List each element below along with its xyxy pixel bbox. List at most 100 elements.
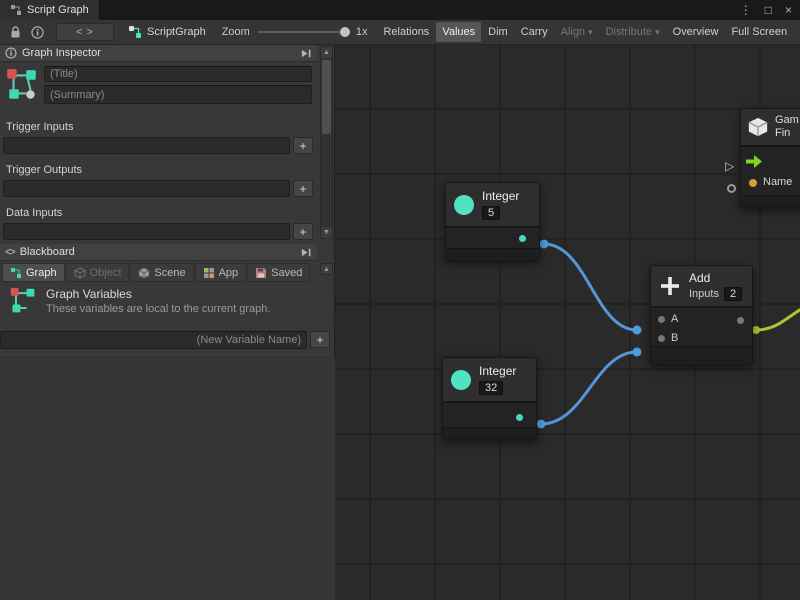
add-trigger-input-button[interactable]: +	[293, 137, 313, 154]
integer-value-field[interactable]: 5	[482, 206, 500, 220]
node-title: Integer	[482, 189, 519, 203]
tab-script-graph[interactable]: Script Graph	[0, 0, 100, 20]
partial-node[interactable]: Gam Fin Name	[740, 108, 800, 208]
connection-wire-add-out[interactable]	[756, 308, 800, 330]
zoom-slider-handle[interactable]	[340, 27, 350, 37]
relations-button[interactable]: Relations	[377, 22, 435, 42]
zoom-value: 1x	[356, 26, 368, 38]
window-close-icon[interactable]: ×	[785, 3, 792, 17]
dim-button[interactable]: Dim	[482, 22, 514, 42]
tab-app-variables[interactable]: App	[195, 263, 247, 282]
save-disk-icon	[255, 267, 267, 279]
overview-button[interactable]: Overview	[667, 22, 725, 42]
input-port-a[interactable]: A	[658, 313, 678, 325]
value-port-dot[interactable]	[749, 179, 757, 187]
scroll-up-icon[interactable]: ▲	[320, 263, 333, 275]
blackboard-empty-area	[0, 357, 335, 600]
tab-label: App	[219, 267, 239, 279]
graph-asset-reference[interactable]: ScriptGraph	[128, 25, 206, 39]
integer-value-field[interactable]: 32	[479, 381, 503, 395]
inputs-count-field[interactable]: 2	[724, 287, 742, 301]
port-label: B	[671, 332, 678, 344]
dock-arrow-icon[interactable]	[301, 247, 312, 261]
window-menu-icon[interactable]: ⋮	[740, 3, 752, 17]
trigger-inputs-list[interactable]	[3, 137, 290, 154]
scroll-up-icon[interactable]: ▲	[321, 47, 332, 58]
node-body: Name	[741, 145, 800, 195]
trigger-outputs-list[interactable]	[3, 180, 290, 197]
values-button[interactable]: Values	[436, 22, 481, 42]
dock-arrow-icon[interactable]	[301, 48, 312, 62]
node-footer	[443, 427, 536, 439]
integer-node-2[interactable]: Integer 32	[442, 357, 537, 440]
info-icon[interactable]	[31, 26, 44, 39]
window-maximize-icon[interactable]: □	[765, 3, 772, 17]
graph-inspector-header: Graph Inspector	[0, 45, 317, 62]
chevron-down-icon: ▾	[655, 27, 660, 37]
blackboard-title: Blackboard	[20, 246, 75, 258]
lock-icon[interactable]	[10, 26, 21, 39]
port-dot[interactable]	[658, 316, 665, 323]
flow-in-port-icon[interactable]: ▷	[725, 159, 734, 173]
value-in-port-icon[interactable]	[727, 184, 736, 193]
window-titlebar: Script Graph ⋮ □ ×	[0, 0, 800, 20]
tab-graph-variables[interactable]: Graph	[2, 263, 65, 282]
output-port[interactable]	[737, 317, 744, 324]
wire-endpoint[interactable]	[540, 240, 549, 249]
align-button[interactable]: Align▾	[555, 22, 599, 42]
output-port[interactable]	[519, 235, 526, 242]
zoom-slider[interactable]	[258, 20, 350, 45]
blackboard-tabs: Graph Object Scene App Saved	[2, 263, 310, 282]
wire-endpoint[interactable]	[633, 348, 642, 357]
graph-variables-icon	[9, 286, 37, 316]
node-title-line2: Fin	[775, 127, 799, 140]
add-data-input-button[interactable]: +	[293, 223, 313, 240]
connection-wire-int1-a[interactable]	[544, 244, 637, 330]
add-trigger-output-button[interactable]: +	[293, 180, 313, 197]
node-header: Gam Fin	[741, 109, 800, 145]
port-label: A	[671, 313, 678, 325]
wire-endpoint[interactable]	[537, 420, 546, 429]
zoom-slider-track	[258, 31, 350, 33]
integer-type-icon	[454, 195, 474, 215]
output-port[interactable]	[516, 414, 523, 421]
zoom-label: Zoom	[222, 26, 250, 38]
tab-object-variables[interactable]: Object	[66, 263, 130, 282]
node-title-line1: Gam	[775, 114, 799, 127]
wire-endpoint[interactable]	[633, 326, 642, 335]
flow-out-arrow-icon[interactable]	[746, 155, 762, 168]
inputs-label: Inputs	[689, 288, 719, 300]
add-variable-button[interactable]: +	[310, 331, 330, 348]
add-node[interactable]: Add Inputs 2 A B	[650, 265, 753, 365]
distribute-label: Distribute	[606, 26, 652, 38]
node-title: Add	[689, 271, 742, 285]
wire-endpoint[interactable]	[752, 326, 760, 334]
inspector-scrollbar[interactable]: ▲ ▼	[320, 46, 333, 239]
connection-wire-int2-b[interactable]	[541, 352, 637, 424]
integer-node-1[interactable]: Integer 5	[445, 182, 540, 261]
code-view-button[interactable]: < >	[56, 23, 114, 41]
graph-title-input[interactable]	[44, 66, 312, 82]
input-port-b[interactable]: B	[658, 332, 678, 344]
node-header: Add Inputs 2	[651, 266, 752, 306]
tab-scene-variables[interactable]: Scene	[130, 263, 193, 282]
port-label: Name	[763, 176, 792, 188]
graph-canvas[interactable]: Integer 5 Integer 32 Add	[335, 45, 800, 600]
tab-saved-variables[interactable]: Saved	[247, 263, 310, 282]
graph-summary-input[interactable]	[44, 85, 312, 104]
new-variable-input[interactable]	[0, 331, 307, 349]
scroll-down-icon[interactable]: ▼	[321, 227, 332, 238]
distribute-button[interactable]: Distribute▾	[600, 22, 666, 42]
script-graph-icon	[128, 25, 142, 39]
scrollbar-thumb[interactable]	[322, 60, 331, 134]
data-inputs-list[interactable]	[3, 223, 290, 240]
scene-cube-icon	[138, 267, 150, 279]
tab-label: Object	[90, 267, 122, 279]
info-icon	[5, 47, 17, 59]
graph-asset-label: ScriptGraph	[147, 26, 206, 38]
port-dot[interactable]	[658, 335, 665, 342]
cube-icon	[747, 116, 769, 138]
node-header: Integer 5	[446, 183, 539, 226]
full-screen-button[interactable]: Full Screen	[725, 22, 793, 42]
carry-button[interactable]: Carry	[515, 22, 554, 42]
